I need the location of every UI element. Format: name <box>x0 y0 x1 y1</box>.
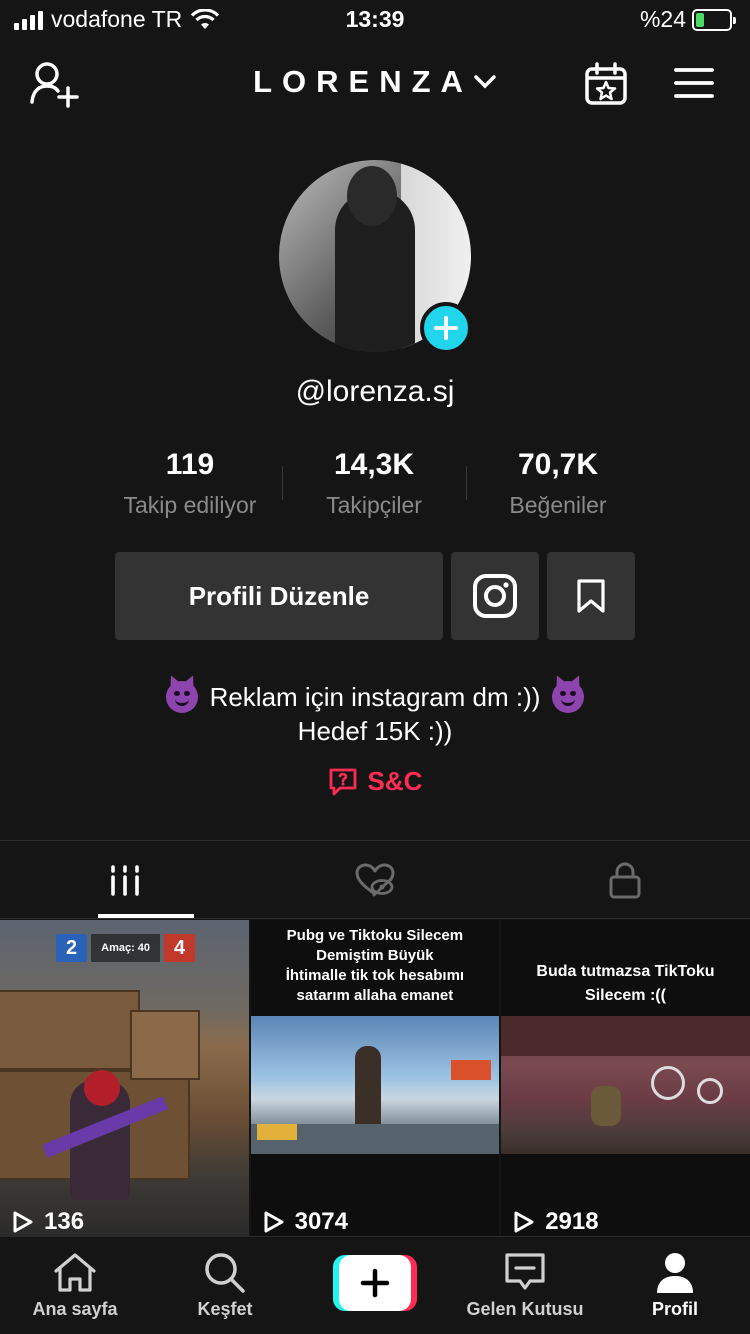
status-time: 13:39 <box>345 6 405 32</box>
plus-icon <box>434 316 458 340</box>
chevron-down-icon <box>474 75 496 89</box>
stat-following[interactable]: 119 Takip ediliyor <box>98 448 282 519</box>
calendar-star-icon[interactable] <box>584 62 628 106</box>
stat-likes[interactable]: 70,7K Beğeniler <box>466 448 650 519</box>
battery-fill <box>696 12 704 27</box>
bio-text-1: Reklam için instagram dm :)) <box>209 682 541 712</box>
tab-videos[interactable] <box>0 842 250 918</box>
play-count: 136 <box>12 1208 84 1236</box>
question-bubble-icon <box>329 768 356 795</box>
stat-followers[interactable]: 14,3K Takipçiler <box>282 448 466 519</box>
video-thumbnail[interactable]: Buda tutmazsa TikToku Silecem :(( 2918 <box>501 920 750 1236</box>
profile-bio: Reklam için instagram dm :)) Hedef 15K :… <box>0 680 750 748</box>
divider <box>0 840 750 841</box>
game-score-overlay: 2 Amaç: 40 4 <box>56 934 196 962</box>
profile-avatar[interactable] <box>279 160 472 354</box>
score-team-a: 2 <box>56 934 88 962</box>
stat-value: 119 <box>165 448 215 481</box>
nav-label: Ana sayfa <box>32 1299 118 1319</box>
nav-profile[interactable]: Profil <box>600 1237 750 1334</box>
stat-label: Beğeniler <box>509 492 607 518</box>
caption-line: Demiştim Büyük <box>316 947 434 964</box>
stat-value: 14,3K <box>333 448 415 481</box>
score-team-b: 4 <box>164 934 196 962</box>
play-count-value: 136 <box>44 1208 85 1235</box>
bottom-nav: Ana sayfa Keşfet Gelen Kutusu Profil <box>0 1236 750 1334</box>
bio-line-1: Reklam için instagram dm :)) <box>0 680 750 714</box>
caption-line: Buda tutmazsa TikToku <box>536 963 715 980</box>
search-icon <box>205 1253 245 1293</box>
battery-icon <box>692 8 736 31</box>
battery-percent: %24 <box>639 6 686 32</box>
favorites-button[interactable] <box>547 552 635 640</box>
play-count: 3074 <box>263 1208 348 1236</box>
edit-profile-button[interactable]: Profili Düzenle <box>115 552 443 640</box>
smiling-devil-emoji-icon <box>165 681 198 713</box>
stat-value: 70,7K <box>517 448 599 481</box>
video-grid: 2 Amaç: 40 4 136 Pubg ve Tiktoku Silecem… <box>0 920 750 1236</box>
nav-inbox[interactable]: Gelen Kutusu <box>450 1237 600 1334</box>
profile-stats: 119 Takip ediliyor 14,3K Takipçiler 70,7… <box>98 448 652 519</box>
video-caption: Pubg ve Tiktoku Silecem Demiştim Büyük İ… <box>251 926 500 1006</box>
stat-label: Takip ediliyor <box>123 492 257 518</box>
video-caption: Buda tutmazsa TikToku Silecem :(( <box>501 960 750 1008</box>
caption-line: satarım allaha emanet <box>296 987 454 1004</box>
qa-label: S&C <box>367 766 423 796</box>
inbox-icon <box>505 1253 545 1290</box>
bio-text-2: Hedef 15K :)) <box>297 716 453 746</box>
liked-hidden-icon <box>355 863 395 897</box>
play-icon <box>264 1211 284 1233</box>
video-preview-image <box>250 1016 500 1154</box>
status-bar: vodafone TR 13:39 %24 <box>0 0 750 42</box>
profile-header: LORENZA <box>0 52 750 116</box>
play-count-value: 3074 <box>294 1208 348 1235</box>
divider <box>0 918 750 919</box>
lock-icon <box>609 862 641 899</box>
profile-icon <box>657 1253 693 1293</box>
play-count-value: 2918 <box>545 1208 599 1235</box>
nav-label: Gelen Kutusu <box>466 1299 584 1319</box>
status-right: %24 <box>639 6 736 33</box>
tab-liked[interactable] <box>250 842 500 918</box>
video-preview-image <box>501 1016 750 1154</box>
nav-create[interactable] <box>300 1237 450 1334</box>
add-photo-button[interactable] <box>420 302 472 354</box>
tab-private[interactable] <box>500 842 750 918</box>
videos-grid-icon <box>111 865 139 896</box>
play-count: 2918 <box>513 1208 599 1236</box>
instagram-icon <box>473 574 517 618</box>
play-icon <box>514 1211 534 1233</box>
video-thumbnail[interactable]: 2 Amaç: 40 4 136 <box>0 920 249 1236</box>
home-icon <box>54 1253 96 1292</box>
stat-label: Takipçiler <box>326 492 422 518</box>
nav-discover[interactable]: Keşfet <box>150 1237 300 1334</box>
bookmark-icon <box>577 579 605 613</box>
nav-label: Keşfet <box>197 1299 253 1319</box>
nav-label: Profil <box>651 1299 698 1319</box>
account-switcher[interactable]: LORENZA <box>0 64 750 100</box>
account-name: LORENZA <box>253 64 473 99</box>
profile-username: @lorenza.sj <box>295 375 455 408</box>
caption-line: Pubg ve Tiktoku Silecem <box>286 927 464 944</box>
caption-line: İhtimalle tik tok hesabımı <box>285 967 465 984</box>
nav-home[interactable]: Ana sayfa <box>0 1237 150 1334</box>
instagram-button[interactable] <box>451 552 539 640</box>
play-icon <box>13 1211 33 1233</box>
video-thumbnail[interactable]: Pubg ve Tiktoku Silecem Demiştim Büyük İ… <box>250 920 500 1236</box>
caption-line: Silecem :(( <box>585 987 666 1004</box>
menu-icon[interactable] <box>674 66 714 100</box>
qa-link[interactable]: S&C <box>0 766 750 797</box>
score-goal: Amaç: 40 <box>91 934 161 962</box>
profile-tabs <box>0 842 750 918</box>
smiling-devil-emoji-icon <box>552 681 585 713</box>
create-plus-icon <box>333 1255 417 1311</box>
